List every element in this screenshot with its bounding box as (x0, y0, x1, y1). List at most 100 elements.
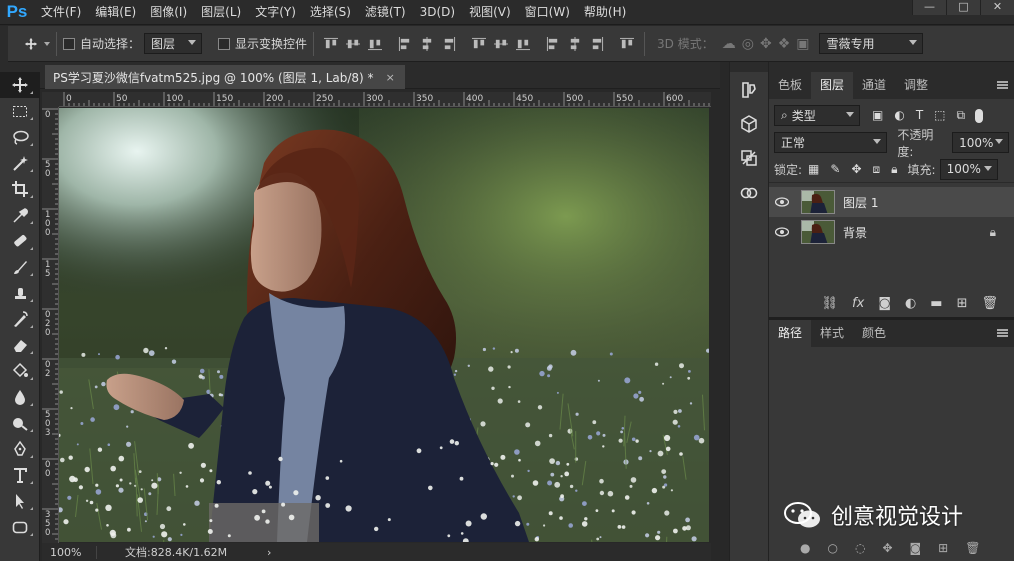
distribute-hcenter-button[interactable] (564, 33, 586, 55)
minimize-button[interactable]: — (912, 0, 946, 15)
creative-cloud-libraries-icon[interactable] (730, 176, 768, 208)
new-path-icon[interactable]: ⊞ (938, 541, 948, 555)
show-transform-checkbox[interactable] (218, 37, 231, 50)
pixel-filter-icon[interactable]: ▣ (872, 108, 883, 123)
crop-tool-button[interactable] (0, 176, 40, 202)
path-selection-tool-button[interactable] (0, 488, 40, 514)
stroke-path-icon[interactable]: ○ (827, 541, 837, 555)
type-tool-button[interactable] (0, 462, 40, 488)
menu-item[interactable]: 滤镜(T) (358, 0, 413, 25)
distribute-left-button[interactable] (542, 33, 564, 55)
3d-scale-icon[interactable]: ▣ (796, 36, 809, 52)
blend-mode-dropdown[interactable]: 正常 (774, 132, 888, 153)
make-path-icon[interactable]: ✥ (882, 541, 892, 555)
link-layers-icon[interactable]: ⛓ (822, 296, 839, 311)
load-selection-icon[interactable]: ◌ (855, 541, 865, 555)
3d-panel-icon[interactable] (730, 108, 768, 140)
filter-toggle[interactable] (975, 108, 984, 123)
visibility-eye-icon[interactable] (775, 227, 789, 237)
menu-item[interactable]: 视图(V) (462, 0, 518, 25)
lock-artboard-icon[interactable]: ⧈ (873, 162, 881, 177)
ruler-vertical[interactable]: 050100150200250300350 (42, 107, 59, 543)
align-right-button[interactable] (438, 33, 460, 55)
lock-position-icon[interactable]: ✥ (851, 162, 861, 177)
visibility-eye-icon[interactable] (775, 197, 789, 207)
auto-select-checkbox[interactable] (63, 37, 75, 50)
align-left-button[interactable] (394, 33, 416, 55)
menu-item[interactable]: 帮助(H) (577, 0, 633, 25)
canvas-image[interactable] (59, 108, 709, 542)
zoom-level[interactable]: 100% (42, 545, 97, 559)
eyedropper-tool-button[interactable] (0, 202, 40, 228)
dodge-tool-button[interactable] (0, 410, 40, 436)
distribute-right-button[interactable] (586, 33, 608, 55)
align-vcenter-button[interactable] (342, 33, 364, 55)
toolbar-collapse-strip[interactable] (0, 62, 40, 72)
adjustment-layer-icon[interactable]: ◐ (905, 296, 916, 311)
healing-brush-tool-button[interactable] (0, 228, 40, 254)
paint-bucket-tool-button[interactable] (0, 358, 40, 384)
menu-item[interactable]: 文字(Y) (248, 0, 303, 25)
opacity-input[interactable]: 100% (952, 132, 1009, 153)
auto-align-button[interactable] (616, 33, 638, 55)
filter-kind-dropdown[interactable]: ⌕ 类型 (774, 105, 860, 126)
clone-source-panel-icon[interactable] (730, 142, 768, 174)
panel-tab[interactable]: 调整 (895, 72, 937, 99)
panels-collapse-strip[interactable] (769, 62, 1014, 72)
panel-tab[interactable]: 色板 (769, 72, 811, 99)
menu-item[interactable]: 3D(D) (413, 0, 462, 25)
smart-object-filter-icon[interactable]: ⧉ (957, 108, 966, 123)
move-tool-button[interactable] (0, 72, 40, 98)
fill-input[interactable]: 100% (939, 158, 998, 180)
distribute-vcenter-button[interactable] (490, 33, 512, 55)
3d-rotate-icon[interactable]: ☁ (722, 36, 736, 52)
ruler-horizontal[interactable]: 0 50 100 150 200 250 300 350 400 450 500 550 600 (59, 92, 711, 107)
ruler-origin[interactable] (42, 92, 59, 107)
add-mask-icon[interactable]: ◙ (878, 296, 891, 311)
marquee-tool-button[interactable] (0, 98, 40, 124)
trash-icon[interactable]: 🗑︎ (965, 541, 980, 555)
layer-row[interactable]: 背景 🔒︎ (769, 217, 1014, 247)
status-menu-arrow[interactable]: › (267, 546, 271, 559)
add-mask-icon[interactable]: ◙ (910, 541, 922, 555)
align-bottom-button[interactable] (364, 33, 386, 55)
panel-menu-icon[interactable] (997, 81, 1008, 89)
shape-filter-icon[interactable]: ⬚ (934, 108, 945, 123)
workspace-dropdown[interactable]: 雪薇专用 (819, 33, 924, 54)
3d-pan-icon[interactable]: ✥ (760, 36, 772, 52)
history-panel-icon[interactable] (730, 74, 768, 106)
menu-item[interactable]: 选择(S) (303, 0, 358, 25)
dock-collapse-strip[interactable] (730, 62, 768, 72)
fill-path-icon[interactable]: ● (800, 541, 810, 555)
maximize-button[interactable]: □ (946, 0, 980, 15)
eraser-tool-button[interactable] (0, 332, 40, 358)
panel-tab[interactable]: 颜色 (853, 320, 895, 347)
align-top-button[interactable] (320, 33, 342, 55)
close-button[interactable]: ✕ (980, 0, 1014, 15)
rectangle-tool-button[interactable] (0, 514, 40, 540)
3d-slide-icon[interactable]: ❖ (778, 36, 791, 52)
panel-menu-icon[interactable] (997, 329, 1008, 337)
menu-item[interactable]: 窗口(W) (518, 0, 577, 25)
document-tab[interactable]: PS学习夏沙微信fvatm525.jpg @ 100% (图层 1, Lab/8… (45, 65, 405, 89)
panel-tab[interactable]: 路径 (769, 320, 812, 347)
chevron-down-icon[interactable] (44, 41, 50, 46)
clone-stamp-tool-button[interactable] (0, 280, 40, 306)
trash-icon[interactable]: 🗑︎ (981, 296, 998, 311)
align-hcenter-button[interactable] (416, 33, 438, 55)
type-filter-icon[interactable]: T (916, 108, 923, 123)
new-group-icon[interactable]: ▬ (930, 296, 942, 311)
brush-tool-button[interactable] (0, 254, 40, 280)
auto-select-dropdown[interactable]: 图层 (144, 33, 203, 54)
adjustment-filter-icon[interactable]: ◐ (894, 108, 904, 123)
new-layer-icon[interactable]: ⊞ (957, 296, 968, 311)
menu-item[interactable]: 图层(L) (194, 0, 248, 25)
distribute-top-button[interactable] (468, 33, 490, 55)
panel-tab[interactable]: 样式 (811, 320, 853, 347)
lock-all-icon[interactable]: 🔒︎ (891, 162, 897, 177)
pen-tool-button[interactable] (0, 436, 40, 462)
menu-item[interactable]: 文件(F) (34, 0, 88, 25)
menu-item[interactable]: 编辑(E) (88, 0, 143, 25)
menu-item[interactable]: 图像(I) (143, 0, 194, 25)
blur-tool-button[interactable] (0, 384, 40, 410)
